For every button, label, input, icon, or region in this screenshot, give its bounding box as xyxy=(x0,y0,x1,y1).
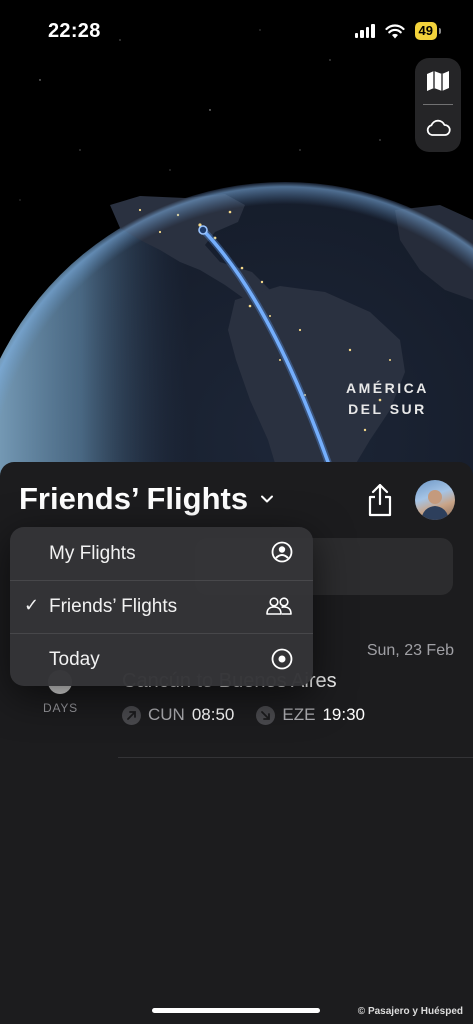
landing-icon xyxy=(256,705,276,725)
share-icon xyxy=(368,483,392,517)
wifi-icon xyxy=(384,23,405,38)
menu-item-friends-flights[interactable]: ✓ Friends’ Flights xyxy=(10,580,313,633)
battery-icon: 49 xyxy=(414,22,442,40)
countdown-unit: DAYS xyxy=(43,701,78,715)
weather-button[interactable] xyxy=(415,105,461,151)
menu-item-label: Friends’ Flights xyxy=(49,596,178,617)
departure: CUN 08:50 xyxy=(122,705,234,725)
map-icon xyxy=(427,71,449,91)
status-icons: 49 xyxy=(354,22,442,40)
flight-date: Sun, 23 Feb xyxy=(366,642,454,659)
menu-item-today[interactable]: Today xyxy=(10,633,313,686)
arrival-time: 19:30 xyxy=(322,705,365,724)
menu-item-label: Today xyxy=(49,649,100,670)
map-controls xyxy=(415,58,461,152)
map-label-south-america: AMÉRICA DEL SUR xyxy=(346,378,429,420)
arrival-code: EZE xyxy=(282,705,316,724)
signal-icon xyxy=(354,24,375,38)
arrival: EZE 19:30 xyxy=(256,705,365,725)
departure-time: 08:50 xyxy=(191,705,235,724)
takeoff-icon xyxy=(122,705,141,725)
watermark: © Pasajero y Huésped xyxy=(357,1006,463,1017)
status-bar: 22:28 49 xyxy=(0,0,473,60)
people-icon xyxy=(266,597,292,615)
avatar[interactable] xyxy=(415,480,455,520)
globe xyxy=(0,182,473,520)
departure-code: CUN xyxy=(148,705,185,724)
flights-dropdown-menu: My Flights ✓ Friends’ Flights Today xyxy=(10,527,313,686)
map-style-button[interactable] xyxy=(415,58,461,104)
home-indicator[interactable] xyxy=(152,1008,320,1013)
chevron-down-icon xyxy=(261,495,274,503)
person-circle-icon xyxy=(271,541,293,563)
list-divider xyxy=(118,757,473,758)
map-label-text: AMÉRICA DEL SUR xyxy=(346,380,429,417)
status-time: 22:28 xyxy=(48,20,101,42)
menu-item-my-flights[interactable]: My Flights xyxy=(10,527,313,580)
flight-legs: CUN 08:50 EZE 19:30 xyxy=(122,705,365,725)
title-dropdown-button[interactable]: Friends’ Flights xyxy=(19,481,274,517)
cloud-icon xyxy=(426,119,451,136)
page-title: Friends’ Flights xyxy=(19,481,249,516)
target-icon xyxy=(271,648,293,670)
avatar-photo xyxy=(421,490,449,520)
globe-map[interactable]: AMÉRICA DEL SUR xyxy=(0,0,473,520)
share-button[interactable] xyxy=(364,482,396,518)
checkmark-icon: ✓ xyxy=(24,595,40,615)
menu-item-label: My Flights xyxy=(49,542,136,564)
